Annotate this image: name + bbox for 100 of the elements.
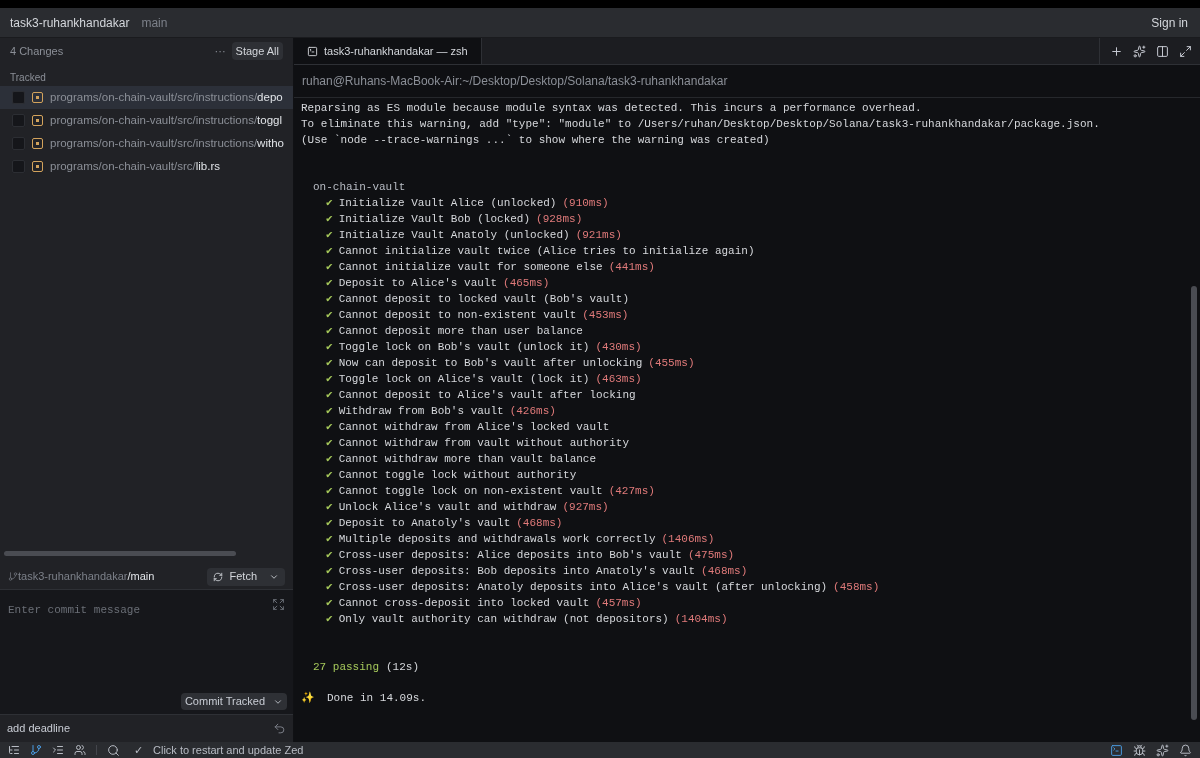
changed-file-row[interactable]: programs/on-chain-vault/src/instructions/toggl [0,109,293,132]
modified-file-icon [32,92,43,103]
test-name: Deposit to Anatoly's vault [338,516,511,531]
done-message: Done in 14.09s. [327,691,427,706]
changed-file-row[interactable]: programs/on-chain-vault/src/instructions/depo [0,86,293,109]
test-duration: (468ms) [516,516,563,531]
warning-line: To eliminate this warning, add "type": "module" to /Users/ruhan/Desktop/Desktop/Solana/task3-ruhankhandakar/package.json. [301,117,1100,132]
test-name: Cannot deposit more than user balance [338,324,583,339]
update-message[interactable]: Click to restart and update Zed [153,741,304,758]
bug-icon[interactable] [1133,743,1146,757]
file-checkbox[interactable] [12,160,25,173]
plus-icon[interactable] [1110,44,1123,58]
test-duration: (1404ms) [674,612,728,627]
horizontal-scrollbar[interactable] [4,551,236,556]
check-mark: ✔ [326,356,333,371]
test-name: Deposit to Alice's vault [338,276,498,291]
outline-list-icon[interactable] [52,744,64,756]
check-mark: ✔ [326,468,333,483]
maximize-icon[interactable] [1179,44,1192,58]
commit-message-field[interactable]: Enter commit message Commit Tracked [0,590,293,714]
test-duration: (463ms) [595,372,642,387]
changes-count: 4 Changes [10,43,64,59]
file-path: programs/on-chain-vault/src/instructions/toggl [50,112,283,128]
test-name: Withdraw from Bob's vault [338,404,504,419]
users-icon[interactable] [74,744,86,756]
test-name: Cannot cross-deposit into locked vault [338,596,590,611]
check-mark: ✔ [326,596,333,611]
refresh-icon [213,571,224,582]
test-name: Cannot deposit to non-existent vault [338,308,577,323]
check-mark: ✔ [326,516,333,531]
project-name[interactable]: task3-ruhankhandakar [10,13,130,32]
test-duration: (921ms) [575,228,622,243]
test-name: Cannot initialize vault twice (Alice tries to initialize again) [338,244,755,259]
branch-name[interactable]: main [141,13,168,32]
test-name: Cannot toggle lock on non-existent vault [338,484,603,499]
git-branch-icon [8,570,18,583]
test-duration: (468ms) [701,564,748,579]
sign-in-button[interactable]: Sign in [1151,13,1188,32]
changed-file-row[interactable]: programs/on-chain-vault/src/lib.rs [0,155,293,178]
check-mark: ✔ [326,276,333,291]
repo-branch[interactable]: task3-ruhankhandakar/main [18,568,155,585]
vertical-scrollbar[interactable] [1191,286,1197,720]
search-icon[interactable] [107,743,120,757]
test-name: Initialize Vault Alice (unlocked) [338,196,557,211]
commit-tracked-button[interactable]: Commit Tracked [180,693,287,710]
warning-line: (Use `node --trace-warnings ...` to show where the warning was created) [301,133,770,148]
check-mark: ✔ [326,244,333,259]
terminal-title: ruhan@Ruhans-MacBook-Air:~/Desktop/Desktop/Solana/task3-ruhankhandakar [294,65,1200,98]
test-duration: (427ms) [608,484,655,499]
test-name: Cross-user deposits: Bob deposits into Anatoly's vault [338,564,696,579]
check-mark: ✔ [326,532,333,547]
file-checkbox[interactable] [12,137,25,150]
undo-icon[interactable] [273,722,286,735]
tree-list-icon[interactable] [8,744,20,756]
check-mark: ✔ [326,228,333,243]
more-button[interactable]: ··· [214,42,226,60]
terminal-tab[interactable]: task3-ruhankhandakar — zsh [294,38,482,64]
test-name: Toggle lock on Bob's vault (unlock it) [338,340,590,355]
passing-count: 27 passing [313,660,379,675]
check-mark: ✔ [326,212,333,227]
check-mark: ✔ [326,564,333,579]
commit-input[interactable]: Enter commit message [8,602,248,619]
test-duration: (465ms) [503,276,550,291]
test-name: Cannot deposit to Alice's vault after locking [338,388,636,403]
bell-icon[interactable] [1179,743,1192,757]
check-mark: ✔ [326,340,333,355]
test-name: Cross-user deposits: Anatoly deposits into Alice's vault (after unlocking) [338,580,828,595]
test-duration: (927ms) [562,500,609,515]
git-branch-icon[interactable] [30,744,42,756]
expand-icon[interactable] [272,598,285,611]
file-path: programs/on-chain-vault/src/instructions/depo [50,89,283,105]
total-duration: (12s) [386,660,420,675]
check-mark: ✔ [326,388,333,403]
test-name: Now can deposit to Bob's vault after unlocking [338,356,643,371]
stage-all-button[interactable]: Stage All [231,41,283,61]
check-mark: ✔ [326,420,333,435]
check-mark: ✔ [326,452,333,467]
test-name: Cannot deposit to locked vault (Bob's vault) [338,292,630,307]
last-commit-message[interactable]: add deadline [7,720,70,737]
test-name: Cannot withdraw more than vault balance [338,452,597,467]
test-duration: (1406ms) [661,532,715,547]
test-name: Cannot withdraw from vault without authority [338,436,630,451]
fetch-button[interactable]: Fetch [207,567,285,586]
changed-file-row[interactable]: programs/on-chain-vault/src/instructions/witho [0,132,293,155]
file-checkbox[interactable] [12,114,25,127]
split-icon[interactable] [1156,44,1169,58]
warning-line: Reparsing as ES module because module syntax was detected. This incurs a performance overhead. [301,101,922,116]
test-duration: (475ms) [687,548,735,563]
section-label: Tracked [9,71,47,84]
file-checkbox[interactable] [12,91,25,104]
sparkle-icon[interactable] [1156,743,1169,757]
test-duration: (455ms) [648,356,695,371]
terminal-icon[interactable] [1110,743,1123,757]
check-mark: ✔ [326,404,333,419]
test-duration: (430ms) [595,340,642,355]
test-name: Only vault authority can withdraw (not depositors) [338,612,669,627]
test-name: Cannot toggle lock without authority [338,468,577,483]
sparkle-icon[interactable] [1133,44,1146,58]
test-duration: (457ms) [595,596,642,611]
check-mark: ✔ [326,260,333,275]
